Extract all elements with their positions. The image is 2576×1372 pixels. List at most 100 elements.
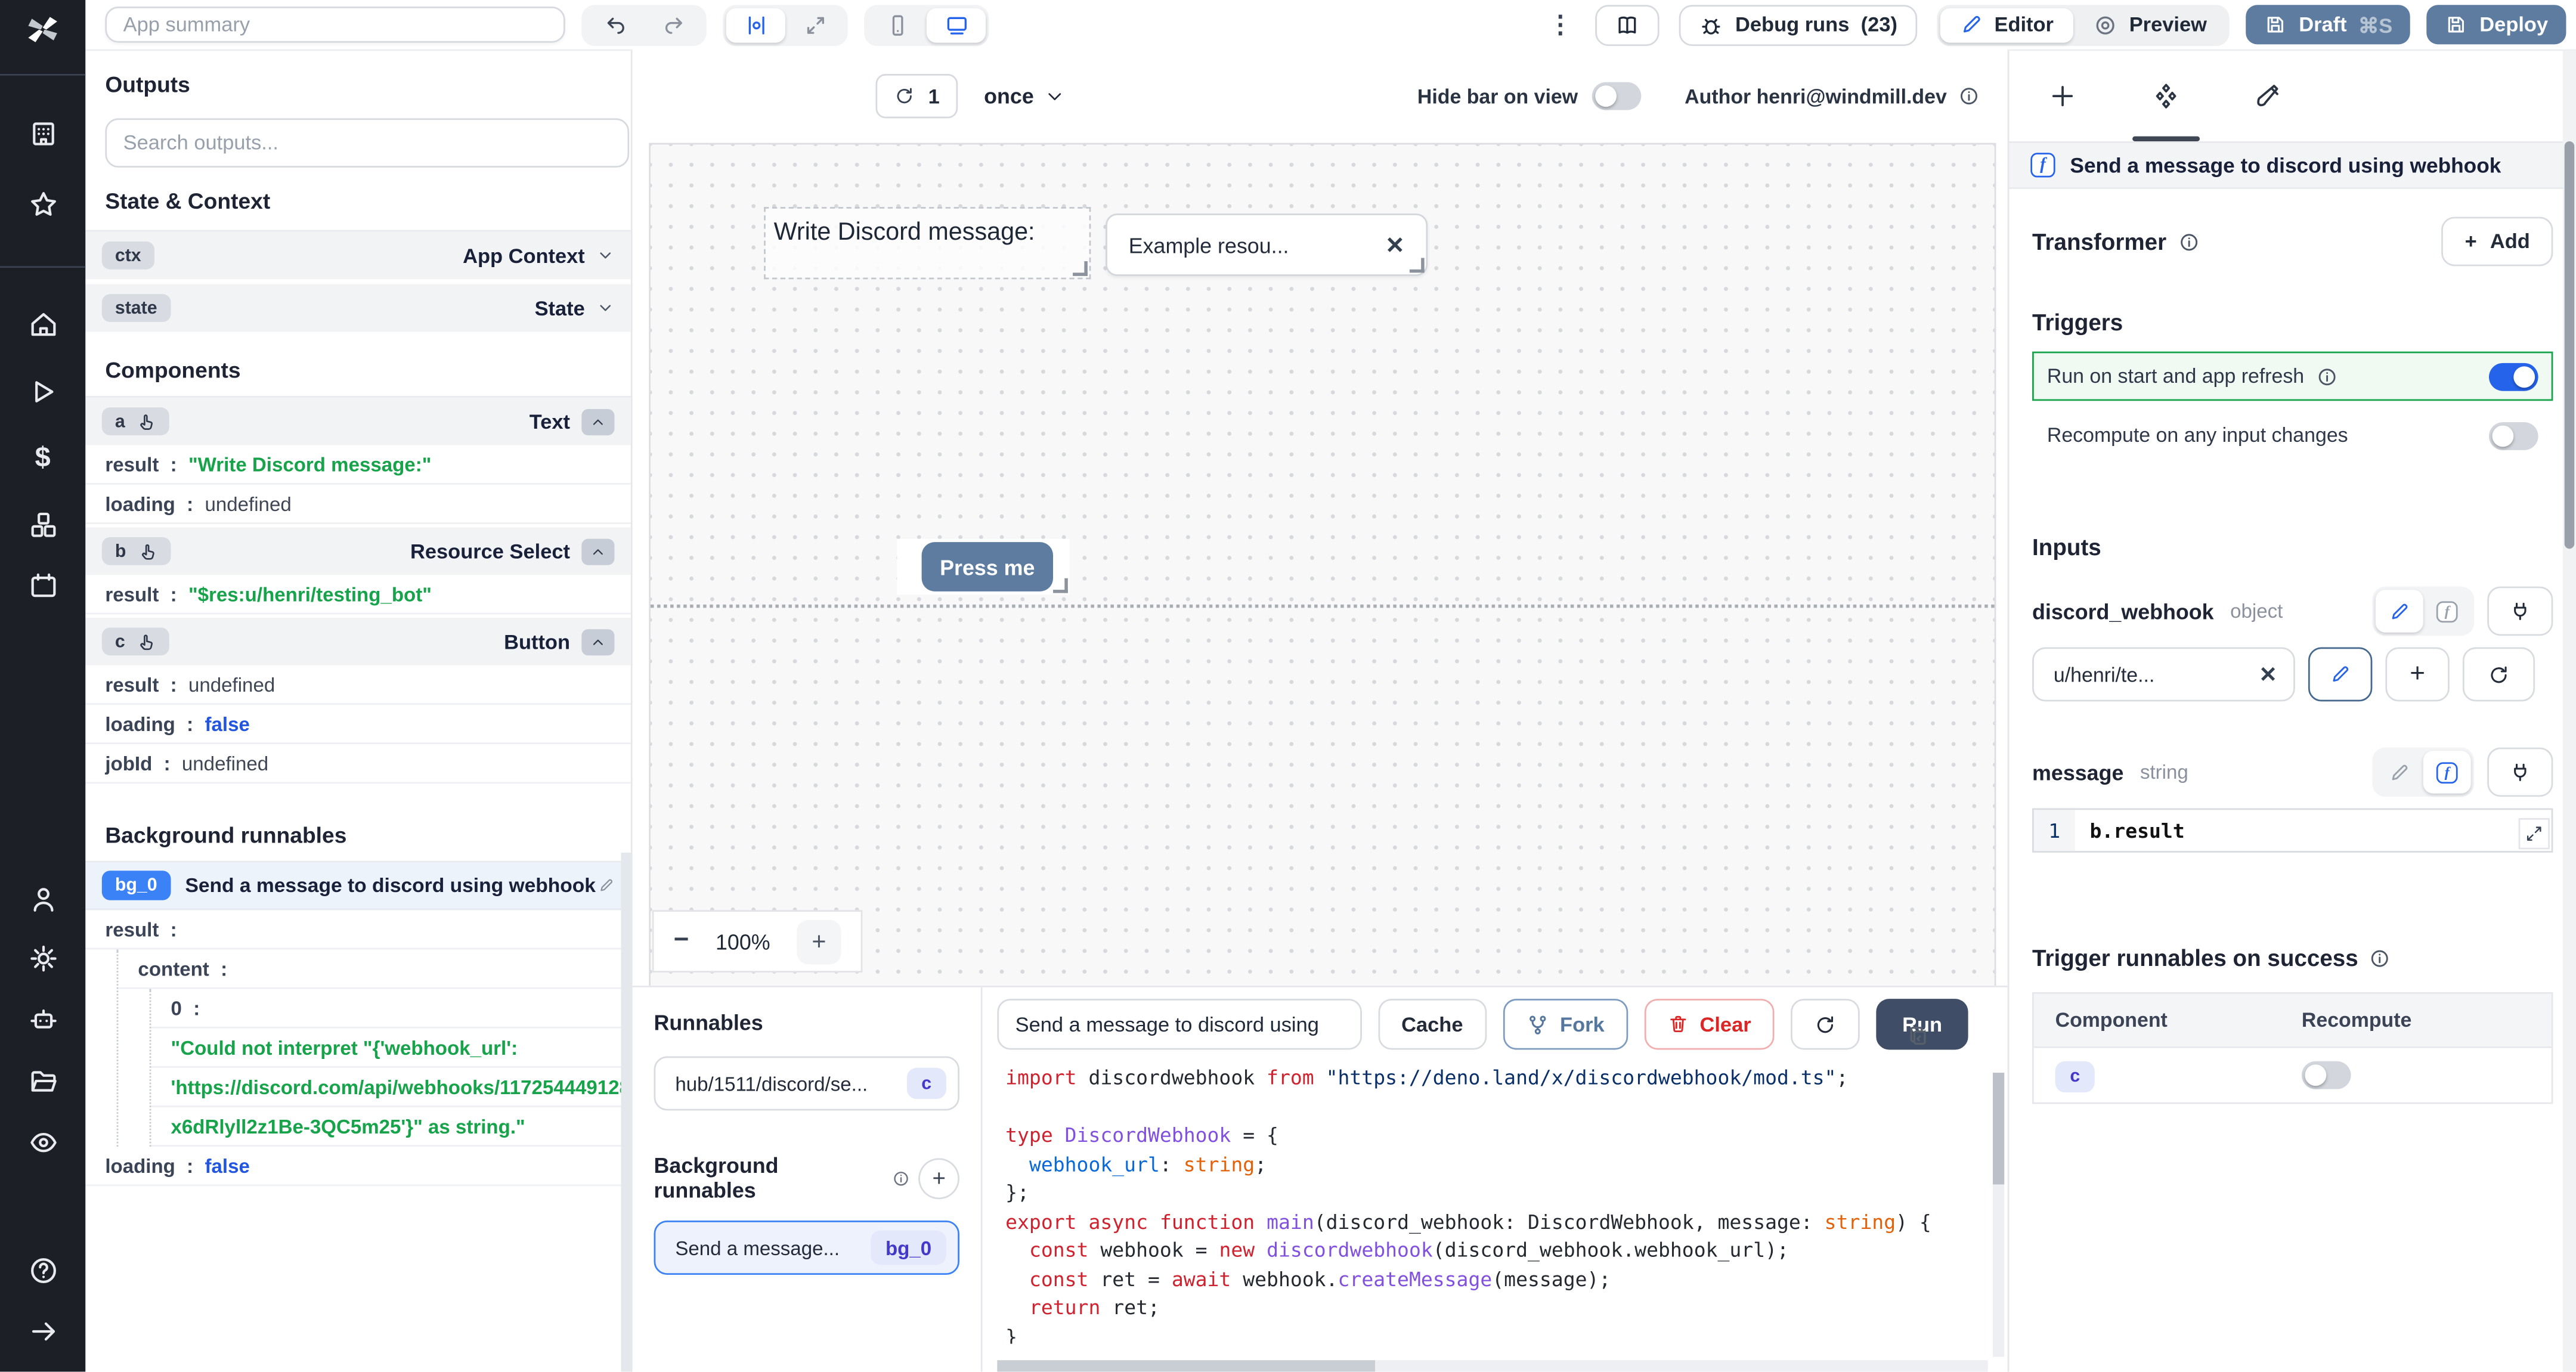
message-expr-editor[interactable]: 1 b.result xyxy=(2032,808,2553,853)
output-field[interactable]: result: xyxy=(85,910,631,950)
refresh-count-box[interactable]: 1 xyxy=(875,73,958,119)
copy-icon[interactable] xyxy=(1906,1023,1930,1048)
editor-refresh-button[interactable] xyxy=(1790,999,1860,1050)
add-transformer-button[interactable]: + Add xyxy=(2442,216,2553,267)
calendar-icon[interactable] xyxy=(27,570,58,601)
frequency-select[interactable]: once xyxy=(984,84,1065,109)
home-icon[interactable] xyxy=(27,309,58,340)
mobile-view-button[interactable] xyxy=(868,7,927,42)
connect-input-button[interactable] xyxy=(2487,586,2553,636)
person-icon[interactable] xyxy=(27,884,58,915)
output-field[interactable]: result: undefined xyxy=(85,665,631,705)
add-background-runnable-button[interactable]: + xyxy=(918,1157,960,1198)
expand-button[interactable] xyxy=(785,7,844,42)
resource-select[interactable]: u/henri/te... ✕ xyxy=(2032,647,2295,702)
star-icon[interactable] xyxy=(27,189,58,220)
left-panel-scrollbar[interactable] xyxy=(621,852,631,1372)
resize-handle[interactable] xyxy=(1409,258,1425,273)
clear-icon[interactable]: ✕ xyxy=(2259,661,2277,687)
button-component[interactable]: Press me xyxy=(897,538,1070,595)
component-row-b[interactable]: b Resource Select xyxy=(85,527,631,575)
search-outputs-input[interactable] xyxy=(105,118,630,168)
cache-button[interactable]: Cache xyxy=(1378,999,1487,1050)
run-on-start-toggle[interactable] xyxy=(2488,362,2538,391)
component-row-a[interactable]: a Text xyxy=(85,397,631,445)
chevron-down-icon[interactable] xyxy=(596,246,614,264)
right-panel-scrollbar[interactable] xyxy=(2562,51,2576,1372)
cubes-icon[interactable] xyxy=(27,509,58,540)
eye-icon[interactable] xyxy=(27,1127,58,1158)
press-me-button[interactable]: Press me xyxy=(921,542,1054,591)
add-resource-button[interactable]: + xyxy=(2385,647,2450,702)
output-field[interactable]: jobId: undefined xyxy=(85,744,631,784)
resize-handle[interactable] xyxy=(1073,261,1088,276)
edit-pencil-icon[interactable] xyxy=(598,877,615,894)
trigger-recompute-row[interactable]: Recompute on any input changes xyxy=(2032,413,2553,459)
output-field[interactable]: result: "$res:u/henri/testing_bot" xyxy=(85,575,631,615)
code-lines[interactable]: import discordwebhook from "https://deno… xyxy=(1005,1064,1991,1344)
runnable-item[interactable]: hub/1511/discord/se... c xyxy=(654,1056,959,1111)
fork-button[interactable]: Fork xyxy=(1502,999,1628,1050)
ctx-row[interactable]: ctx App Context xyxy=(85,231,631,280)
info-icon[interactable] xyxy=(2370,947,2391,968)
insert-component-tab-plus-icon[interactable] xyxy=(2049,82,2077,110)
chevron-down-icon[interactable] xyxy=(596,299,614,317)
hide-bar-toggle[interactable] xyxy=(1592,82,1642,110)
info-icon[interactable] xyxy=(1958,85,1980,107)
docs-button[interactable] xyxy=(1595,4,1660,45)
info-icon[interactable] xyxy=(2178,231,2199,252)
code-horizontal-scrollbar[interactable] xyxy=(997,1360,1988,1372)
code-vertical-scrollbar[interactable] xyxy=(1992,1073,2005,1358)
collapse-button[interactable] xyxy=(581,408,615,435)
output-field[interactable]: content : xyxy=(118,949,631,989)
zoom-out-button[interactable]: − xyxy=(674,927,689,956)
app-summary-input[interactable] xyxy=(105,7,565,43)
redo-button[interactable] xyxy=(644,7,703,42)
eval-mode-button[interactable]: f xyxy=(2423,590,2471,633)
desktop-view-button[interactable] xyxy=(926,7,986,42)
recompute-toggle[interactable] xyxy=(2488,421,2538,450)
component-row-c[interactable]: c Button xyxy=(85,617,631,665)
resize-handle[interactable] xyxy=(1053,578,1068,593)
output-field[interactable]: loading: false xyxy=(85,705,631,745)
refresh-resource-button[interactable] xyxy=(2462,647,2535,702)
info-icon[interactable] xyxy=(893,1169,911,1187)
undo-button[interactable] xyxy=(585,7,644,42)
output-field[interactable]: result: "Write Discord message:" xyxy=(85,445,631,485)
deploy-button[interactable]: Deploy xyxy=(2427,5,2566,45)
question-icon[interactable] xyxy=(27,1255,58,1286)
static-mode-button[interactable] xyxy=(2376,751,2423,794)
state-row[interactable]: state State xyxy=(85,284,631,332)
tab-preview[interactable]: Preview xyxy=(2073,7,2227,42)
bg-runnable-row[interactable]: bg_0 Send a message to discord using web… xyxy=(85,862,631,910)
collapse-button[interactable] xyxy=(581,538,615,565)
gear-icon[interactable] xyxy=(27,943,58,974)
draft-button[interactable]: Draft ⌘S xyxy=(2246,5,2411,45)
eval-mode-button[interactable]: f xyxy=(2423,751,2471,794)
more-menu-button[interactable]: ⋮ xyxy=(1544,10,1575,39)
runnable-name-input[interactable] xyxy=(997,999,1362,1050)
center-align-button[interactable] xyxy=(726,7,785,42)
play-icon[interactable] xyxy=(27,376,58,407)
bg-runnable-item-selected[interactable]: Send a message... bg_0 xyxy=(654,1221,959,1275)
expand-editor-button[interactable] xyxy=(2518,818,2550,850)
text-component[interactable]: Write Discord message: xyxy=(764,207,1091,280)
output-field[interactable]: 0 : xyxy=(151,989,631,1029)
resource-select-component[interactable]: Example resou... ✕ xyxy=(1106,213,1428,276)
trigger-run-on-start-row[interactable]: Run on start and app refresh xyxy=(2032,351,2553,401)
collapse-button[interactable] xyxy=(581,628,615,655)
info-icon[interactable] xyxy=(2315,366,2337,387)
static-mode-button[interactable] xyxy=(2375,590,2423,633)
clear-icon[interactable]: ✕ xyxy=(1385,231,1404,259)
component-settings-tab-diamonds-icon[interactable] xyxy=(2152,82,2180,110)
app-canvas[interactable]: Write Discord message: Example resou... … xyxy=(649,143,1996,987)
building-icon[interactable] xyxy=(27,118,58,149)
zoom-in-button[interactable]: + xyxy=(797,919,841,964)
windmill-logo[interactable] xyxy=(24,11,61,48)
row-recompute-toggle[interactable] xyxy=(2301,1061,2351,1089)
output-field[interactable]: loading: undefined xyxy=(85,485,631,524)
edit-resource-button[interactable] xyxy=(2308,647,2373,702)
styling-tab-brush-icon[interactable] xyxy=(2256,82,2284,110)
output-field[interactable]: loading: false xyxy=(85,1147,631,1187)
connect-input-button[interactable] xyxy=(2487,747,2553,797)
